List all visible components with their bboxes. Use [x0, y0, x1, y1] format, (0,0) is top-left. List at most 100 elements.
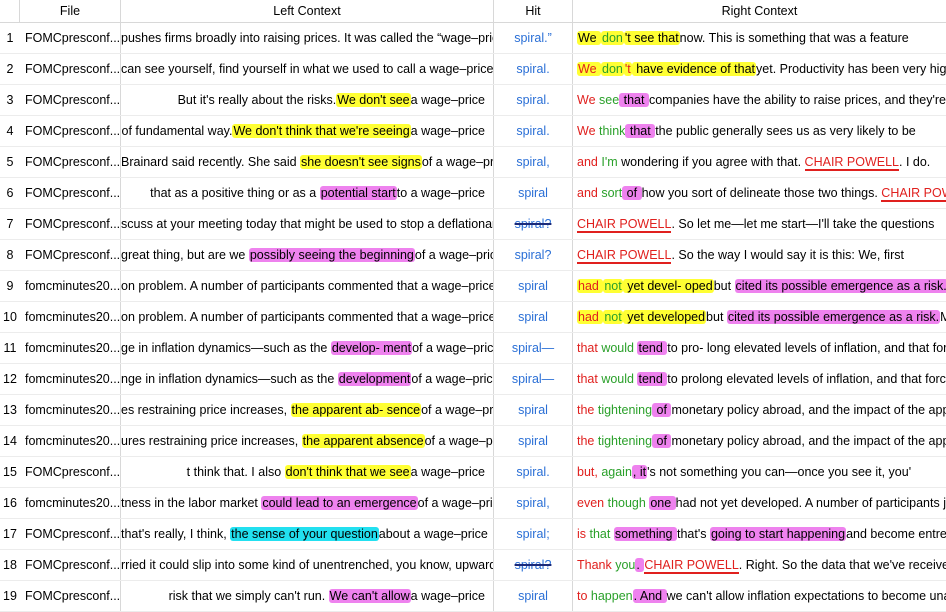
left-context-cell[interactable]: Brainard said recently. She said she doe…	[121, 147, 494, 177]
right-context-cell[interactable]: We don't see thatnow. This is something …	[573, 23, 946, 53]
left-context-cell[interactable]: es restraining price increases, the appa…	[121, 395, 494, 425]
hit-cell[interactable]: spiral.”	[494, 23, 573, 53]
right-context-cell[interactable]: CHAIR POWELL. So let me—let me start—I'l…	[573, 209, 946, 239]
left-context-cell[interactable]: ures restraining price increases, the ap…	[121, 426, 494, 456]
file-cell[interactable]: FOMCpresconf...	[20, 550, 121, 580]
left-context-cell[interactable]: on problem. A number of participants com…	[121, 302, 494, 332]
right-context-cell[interactable]: Thank you. CHAIR POWELL. Right. So the d…	[573, 550, 946, 580]
hit-cell[interactable]: spiral—	[494, 333, 573, 363]
header-right-context[interactable]: Right Context	[573, 0, 946, 22]
hit-cell[interactable]: spiral	[494, 178, 573, 208]
table-row[interactable]: 10 fomcminutes20... on problem. A number o…	[0, 302, 946, 333]
right-context-cell[interactable]: is that something that's going to start …	[573, 519, 946, 549]
table-row[interactable]: 5 FOMCpresconf... Brainard said recently. …	[0, 147, 946, 178]
table-row[interactable]: 19 FOMCpresconf... risk that we simply can…	[0, 581, 946, 612]
left-context-cell[interactable]: But it's really about the risks.We don't…	[121, 85, 494, 115]
right-context-cell[interactable]: had not yet devel- opedbut cited its pos…	[573, 271, 946, 301]
right-context-cell[interactable]: We see that companies have the ability t…	[573, 85, 946, 115]
hit-cell[interactable]: spiral?	[494, 209, 573, 239]
hit-cell[interactable]: spiral;	[494, 519, 573, 549]
file-cell[interactable]: FOMCpresconf...	[20, 23, 121, 53]
table-row[interactable]: 2 FOMCpresconf... can see yourself, find y…	[0, 54, 946, 85]
hit-cell[interactable]: spiral.	[494, 116, 573, 146]
right-context-cell[interactable]: had not yet developedbut cited its possi…	[573, 302, 946, 332]
hit-cell[interactable]: spiral?	[494, 550, 573, 580]
left-context-cell[interactable]: of fundamental way.We don't think that w…	[121, 116, 494, 146]
left-context-cell[interactable]: t think that. I also don't think that we…	[121, 457, 494, 487]
right-context-cell[interactable]: but, again, it's not something you can—o…	[573, 457, 946, 487]
header-hit[interactable]: Hit	[494, 0, 573, 22]
right-context-cell[interactable]: CHAIR POWELL. So the way I would say it …	[573, 240, 946, 270]
file-cell[interactable]: FOMCpresconf...	[20, 85, 121, 115]
right-context-cell[interactable]: that would tend to prolong elevated leve…	[573, 364, 946, 394]
file-cell[interactable]: FOMCpresconf...	[20, 581, 121, 611]
table-row[interactable]: 4 FOMCpresconf... of fundamental way.We do…	[0, 116, 946, 147]
file-cell[interactable]: fomcminutes20...	[20, 271, 121, 301]
left-context-cell[interactable]: risk that we simply can't run. We can't …	[121, 581, 494, 611]
hit-cell[interactable]: spiral	[494, 395, 573, 425]
left-context-cell[interactable]: scuss at your meeting today that might b…	[121, 209, 494, 239]
left-context-cell[interactable]: that as a positive thing or as a potenti…	[121, 178, 494, 208]
table-row[interactable]: 12 fomcminutes20... nge in inflation dynam…	[0, 364, 946, 395]
table-row[interactable]: 11 fomcminutes20... ge in inflation dynami…	[0, 333, 946, 364]
right-context-cell[interactable]: the tightening of monetary policy abroad…	[573, 426, 946, 456]
table-row[interactable]: 17 FOMCpresconf... that's really, I think,…	[0, 519, 946, 550]
left-context-cell[interactable]: nge in inflation dynamics—such as the de…	[121, 364, 494, 394]
file-cell[interactable]: fomcminutes20...	[20, 488, 121, 518]
hit-cell[interactable]: spiral	[494, 302, 573, 332]
table-row[interactable]: 15 FOMCpresconf... t think that. I also do…	[0, 457, 946, 488]
hit-cell[interactable]: spiral,	[494, 147, 573, 177]
file-cell[interactable]: FOMCpresconf...	[20, 178, 121, 208]
hit-cell[interactable]: spiral?	[494, 240, 573, 270]
file-cell[interactable]: FOMCpresconf...	[20, 457, 121, 487]
table-row[interactable]: 3 FOMCpresconf... But it's really about th…	[0, 85, 946, 116]
file-cell[interactable]: fomcminutes20...	[20, 302, 121, 332]
left-context-cell[interactable]: rried it could slip into some kind of un…	[121, 550, 494, 580]
hit-cell[interactable]: spiral	[494, 581, 573, 611]
hit-cell[interactable]: spiral—	[494, 364, 573, 394]
table-row[interactable]: 7 FOMCpresconf... scuss at your meeting to…	[0, 209, 946, 240]
header-file[interactable]: File	[20, 0, 121, 22]
table-row[interactable]: 14 fomcminutes20... ures restraining price…	[0, 426, 946, 457]
left-context-cell[interactable]: great thing, but are we possibly seeing …	[121, 240, 494, 270]
file-cell[interactable]: FOMCpresconf...	[20, 240, 121, 270]
table-row[interactable]: 18 FOMCpresconf... rried it could slip int…	[0, 550, 946, 581]
right-context-cell[interactable]: We think that the public generally sees …	[573, 116, 946, 146]
left-context-cell[interactable]: on problem. A number of participants com…	[121, 271, 494, 301]
right-context-cell[interactable]: the tightening of monetary policy abroad…	[573, 395, 946, 425]
hit-cell[interactable]: spiral.	[494, 85, 573, 115]
hit-cell[interactable]: spiral.	[494, 54, 573, 84]
file-cell[interactable]: FOMCpresconf...	[20, 54, 121, 84]
table-row[interactable]: 1 FOMCpresconf... pushes firms broadly int…	[0, 23, 946, 54]
file-cell[interactable]: FOMCpresconf...	[20, 116, 121, 146]
hit-cell[interactable]: spiral,	[494, 488, 573, 518]
table-row[interactable]: 16 fomcminutes20... tness in the labor mar…	[0, 488, 946, 519]
right-context-cell[interactable]: and I'm wondering if you agree with that…	[573, 147, 946, 177]
left-context-cell[interactable]: that's really, I think, the sense of you…	[121, 519, 494, 549]
table-row[interactable]: 6 FOMCpresconf... that as a positive thing…	[0, 178, 946, 209]
file-cell[interactable]: fomcminutes20...	[20, 333, 121, 363]
file-cell[interactable]: FOMCpresconf...	[20, 209, 121, 239]
file-cell[interactable]: fomcminutes20...	[20, 395, 121, 425]
table-row[interactable]: 13 fomcminutes20... es restraining price i…	[0, 395, 946, 426]
left-context-cell[interactable]: can see yourself, find yourself in what …	[121, 54, 494, 84]
hit-cell[interactable]: spiral.	[494, 457, 573, 487]
left-context-cell[interactable]: tness in the labor market could lead to …	[121, 488, 494, 518]
file-cell[interactable]: FOMCpresconf...	[20, 147, 121, 177]
header-left-context[interactable]: Left Context	[121, 0, 494, 22]
right-context-cell[interactable]: and sort of how you sort of delineate th…	[573, 178, 946, 208]
left-context-cell[interactable]: ge in inflation dynamics—such as the dev…	[121, 333, 494, 363]
right-context-cell[interactable]: that would tend to pro- long elevated le…	[573, 333, 946, 363]
hit-cell[interactable]: spiral	[494, 426, 573, 456]
right-context-cell[interactable]: even though one had not yet developed. A…	[573, 488, 946, 518]
hit-cell[interactable]: spiral	[494, 271, 573, 301]
header-index[interactable]	[0, 0, 20, 22]
file-cell[interactable]: fomcminutes20...	[20, 364, 121, 394]
table-row[interactable]: 8 FOMCpresconf... great thing, but are we …	[0, 240, 946, 271]
table-row[interactable]: 9 fomcminutes20... on problem. A number of…	[0, 271, 946, 302]
file-cell[interactable]: fomcminutes20...	[20, 426, 121, 456]
file-cell[interactable]: FOMCpresconf...	[20, 519, 121, 549]
right-context-cell[interactable]: We don't have evidence of thatyet. Produ…	[573, 54, 946, 84]
left-context-cell[interactable]: pushes firms broadly into raising prices…	[121, 23, 494, 53]
right-context-cell[interactable]: to happen. And we can't allow inflation …	[573, 581, 946, 611]
